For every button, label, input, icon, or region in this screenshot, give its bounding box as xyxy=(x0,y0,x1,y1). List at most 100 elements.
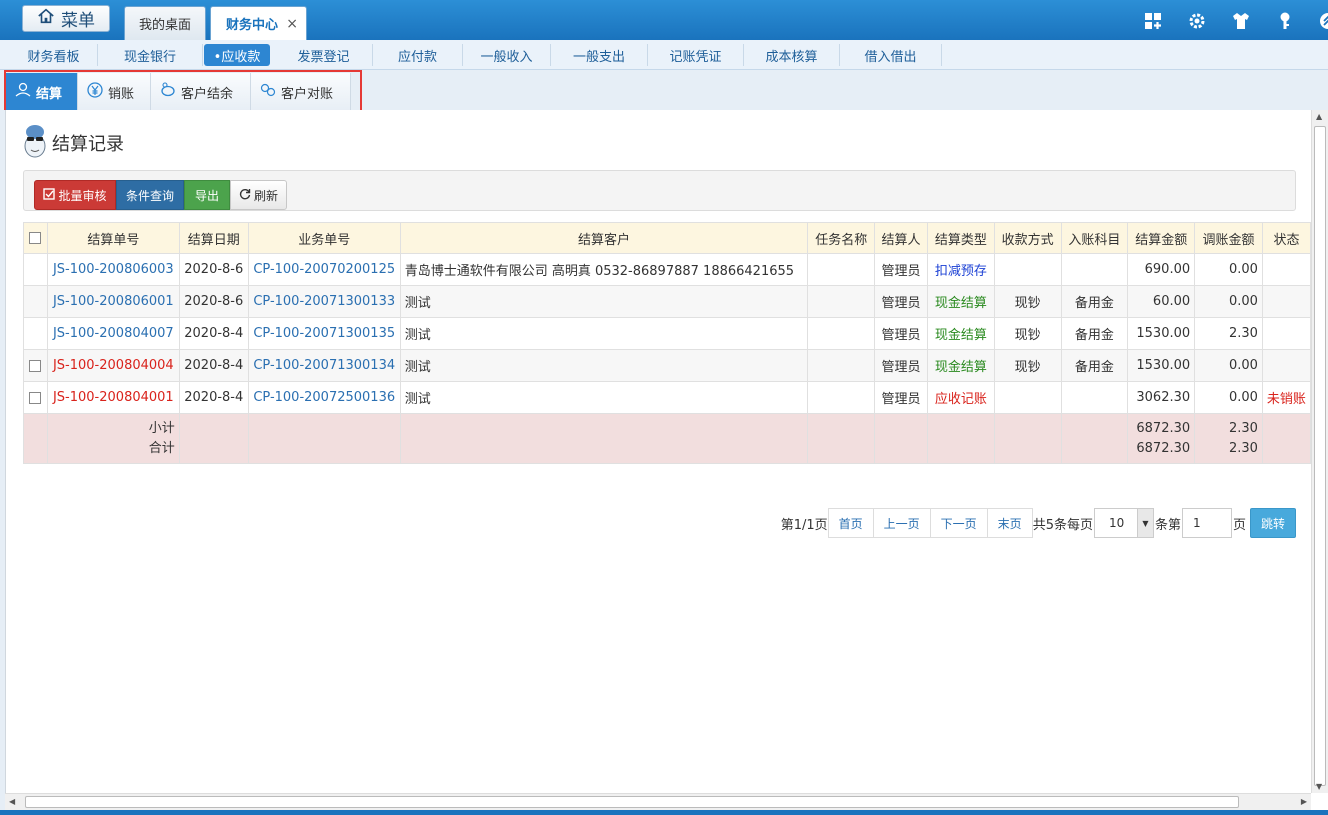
refresh-icon xyxy=(239,188,251,203)
header-adjust[interactable]: 调账金额 xyxy=(1194,222,1263,254)
header-amount[interactable]: 结算金额 xyxy=(1127,222,1196,254)
row-checkbox[interactable] xyxy=(29,391,42,404)
select-all-cell[interactable] xyxy=(23,222,48,254)
header-account[interactable]: 入账科目 xyxy=(1060,222,1129,254)
table-row[interactable]: JS-100-200804004 2020-8-4 CP-100-2007130… xyxy=(23,349,1312,382)
tab-finance-center[interactable]: 财务中心 × xyxy=(210,6,307,40)
scroll-down-icon[interactable]: ▼ xyxy=(1316,782,1322,791)
nav-cost[interactable]: 成本核算 xyxy=(744,44,840,66)
content-panel: 结算记录 批量审核 条件查询 导出 刷新 结算单号 结算日期 业务单号 结算客户… xyxy=(5,110,1312,793)
collapse-icon[interactable] xyxy=(1318,10,1328,31)
nav-payables[interactable]: 应付款 xyxy=(373,44,463,66)
settlement-no-link[interactable]: JS-100-200804004 xyxy=(46,349,180,382)
scroll-right-icon[interactable]: ▶ xyxy=(1301,797,1307,806)
gear-icon[interactable] xyxy=(1186,10,1207,31)
type-cell: 扣减预存 xyxy=(926,253,995,286)
top-icon-group xyxy=(1142,10,1328,31)
mascot-icon xyxy=(22,120,48,165)
header-pay-method[interactable]: 收款方式 xyxy=(993,222,1062,254)
header-date[interactable]: 结算日期 xyxy=(178,222,249,254)
business-no-link[interactable]: CP-100-20071300133 xyxy=(247,285,401,318)
horizontal-scroll-thumb[interactable] xyxy=(25,796,1239,808)
condition-query-button[interactable]: 条件查询 xyxy=(116,180,184,210)
nav-finance-board[interactable]: 财务看板 xyxy=(10,44,98,66)
last-page-button[interactable]: 末页 xyxy=(987,508,1033,538)
person-cell: 管理员 xyxy=(874,285,928,318)
row-checkbox[interactable] xyxy=(29,359,42,372)
summary-empty xyxy=(874,413,928,464)
prev-page-button[interactable]: 上一页 xyxy=(873,508,931,538)
table-row[interactable]: JS-100-200806003 2020-8-6 CP-100-2007020… xyxy=(23,253,1312,286)
subtab-writeoff[interactable]: 销账 xyxy=(78,73,151,111)
page-number-input[interactable]: 1 xyxy=(1181,508,1232,538)
shirt-icon[interactable] xyxy=(1230,10,1251,31)
summary-empty xyxy=(399,413,809,464)
goto-button[interactable]: 跳转 xyxy=(1250,508,1296,538)
header-person[interactable]: 结算人 xyxy=(874,222,928,254)
tab-desktop-label: 我的桌面 xyxy=(138,18,191,33)
nav-borrow-lend[interactable]: 借入借出 xyxy=(840,44,942,66)
first-page-button[interactable]: 首页 xyxy=(827,508,874,538)
task-cell xyxy=(807,349,876,382)
row-select-cell[interactable] xyxy=(23,349,48,382)
person-cell: 管理员 xyxy=(874,317,928,350)
date-cell: 2020-8-6 xyxy=(178,253,249,286)
subtab-customer-reconcile[interactable]: 客户对账 xyxy=(251,73,351,111)
vertical-scrollbar[interactable]: ▲ ▼ xyxy=(1311,110,1328,793)
batch-audit-button[interactable]: 批量审核 xyxy=(34,180,116,210)
settlement-no-link[interactable]: JS-100-200804007 xyxy=(46,317,180,350)
person-cell: 管理员 xyxy=(874,253,928,286)
scroll-up-icon[interactable]: ▲ xyxy=(1316,112,1322,121)
settlement-no-link[interactable]: JS-100-200806001 xyxy=(46,285,180,318)
pay-cell: 现钞 xyxy=(993,317,1062,350)
page-size-select[interactable]: 10 ▼ xyxy=(1093,508,1154,538)
nav-invoice[interactable]: 发票登记 xyxy=(275,44,373,66)
sub-tabs-highlight: 结算 销账 客户结余 客户对账 xyxy=(4,70,362,114)
header-customer[interactable]: 结算客户 xyxy=(399,222,809,254)
menu-label: 菜单 xyxy=(61,11,95,31)
page-size-value: 10 xyxy=(1108,516,1125,530)
subtab-customer-balance[interactable]: 客户结余 xyxy=(151,73,251,111)
nav-general-income[interactable]: 一般收入 xyxy=(463,44,551,66)
select-all-checkbox[interactable] xyxy=(29,232,42,244)
summary-empty xyxy=(1060,413,1129,464)
scroll-left-icon[interactable]: ◀ xyxy=(9,797,15,806)
add-grid-icon[interactable] xyxy=(1142,10,1163,31)
pay-cell xyxy=(993,381,1062,414)
key-icon[interactable] xyxy=(1274,10,1295,31)
tab-desktop[interactable]: 我的桌面 xyxy=(124,6,206,40)
summary-empty xyxy=(926,413,995,464)
header-type[interactable]: 结算类型 xyxy=(926,222,995,254)
settlement-no-link[interactable]: JS-100-200806003 xyxy=(46,253,180,286)
nav-cash-bank[interactable]: 现金银行 xyxy=(98,44,203,66)
pagination: 第1/1页 首页 上一页 下一页 末页 共5条每页 10 ▼ 条第 1 页 跳转 xyxy=(781,506,1296,540)
dropdown-arrow-icon[interactable]: ▼ xyxy=(1136,509,1153,537)
vertical-scroll-thumb[interactable] xyxy=(1314,126,1326,786)
business-no-link[interactable]: CP-100-20072500136 xyxy=(247,381,401,414)
header-business-no[interactable]: 业务单号 xyxy=(247,222,401,254)
adjust-cell: 0.00 xyxy=(1194,253,1263,286)
refresh-button[interactable]: 刷新 xyxy=(230,180,287,210)
export-label: 导出 xyxy=(194,188,219,203)
header-settlement-no[interactable]: 结算单号 xyxy=(46,222,180,254)
header-task[interactable]: 任务名称 xyxy=(807,222,876,254)
close-icon[interactable]: × xyxy=(286,16,298,32)
table-row[interactable]: JS-100-200804001 2020-8-4 CP-100-2007250… xyxy=(23,381,1312,414)
table-row[interactable]: JS-100-200804007 2020-8-4 CP-100-2007130… xyxy=(23,317,1312,350)
business-no-link[interactable]: CP-100-20071300135 xyxy=(247,317,401,350)
menu-button[interactable]: 菜单 xyxy=(22,5,110,32)
nav-vouchers[interactable]: 记账凭证 xyxy=(648,44,744,66)
business-no-link[interactable]: CP-100-20070200125 xyxy=(247,253,401,286)
subtab-settlement[interactable]: 结算 xyxy=(6,73,78,111)
nav-receivables[interactable]: •应收款 xyxy=(204,44,270,66)
table-row[interactable]: JS-100-200806001 2020-8-6 CP-100-2007130… xyxy=(23,285,1312,318)
nav-general-expense[interactable]: 一般支出 xyxy=(551,44,648,66)
header-status[interactable]: 状态 xyxy=(1261,222,1312,254)
business-no-link[interactable]: CP-100-20071300134 xyxy=(247,349,401,382)
horizontal-scrollbar[interactable]: ◀ ▶ xyxy=(5,793,1311,810)
status-cell xyxy=(1261,317,1312,350)
settlement-no-link[interactable]: JS-100-200804001 xyxy=(46,381,180,414)
row-select-cell[interactable] xyxy=(23,381,48,414)
export-button[interactable]: 导出 xyxy=(184,180,230,210)
next-page-button[interactable]: 下一页 xyxy=(930,508,988,538)
